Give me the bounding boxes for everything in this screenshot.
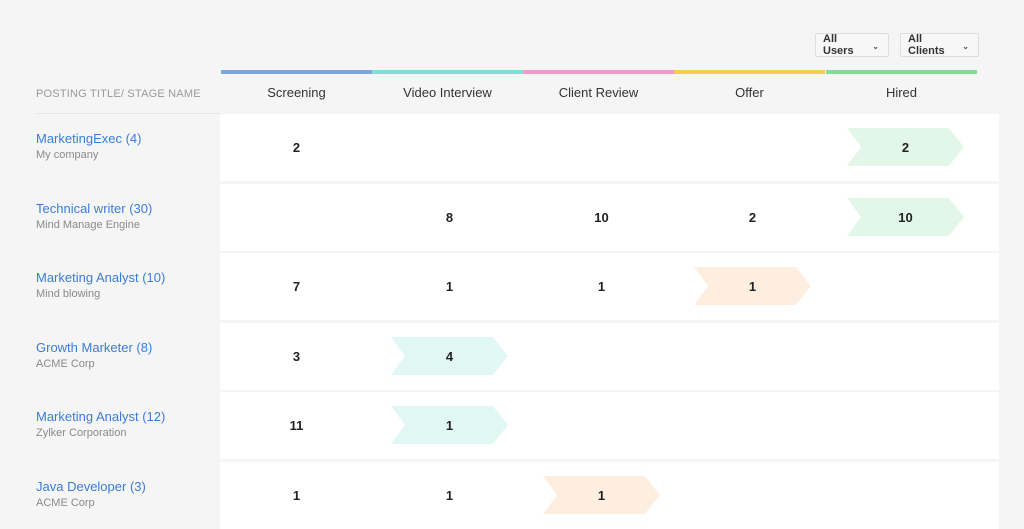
stage-label: Hired <box>885 85 918 100</box>
current-stage-chevron-offer[interactable]: 1 <box>694 267 811 305</box>
all-users-dropdown[interactable]: All Users ⌄ <box>815 33 889 57</box>
stage-header-client-review: Client Review <box>523 70 674 114</box>
posting-title-link[interactable]: Java Developer (3) <box>36 479 146 494</box>
stage-color-bar <box>826 70 977 74</box>
stage-header-video-interview: Video Interview <box>372 70 523 114</box>
current-stage-chevron-hired[interactable]: 10 <box>847 198 964 236</box>
current-stage-chevron-video-interview[interactable]: 1 <box>391 406 508 444</box>
stage-count-screening[interactable]: 11 <box>221 392 372 459</box>
table-header: POSTING TITLE/ STAGE NAME Screening Video… <box>0 70 1024 114</box>
posting-title-link[interactable]: Technical writer (30) <box>36 201 152 216</box>
posting-info: Growth Marketer (8) ACME Corp <box>36 340 152 370</box>
table-row: Growth Marketer (8) ACME Corp 3 4 <box>0 323 1024 390</box>
posting-company: ACME Corp <box>36 358 95 370</box>
table-row: MarketingExec (4) My company 2 2 <box>0 114 1024 181</box>
all-users-label: All Users <box>823 33 854 57</box>
table-row: Marketing Analyst (10) Mind blowing 7 1 1 1 <box>0 253 1024 320</box>
stage-count-video-interview[interactable]: 8 <box>374 184 525 251</box>
posting-info: Marketing Analyst (12) Zylker Corporation <box>36 409 165 439</box>
stage-color-bar <box>221 70 372 74</box>
posting-info: Marketing Analyst (10) Mind blowing <box>36 270 165 300</box>
current-stage-chevron-video-interview[interactable]: 4 <box>391 337 508 375</box>
table-row: Technical writer (30) Mind Manage Engine 8… <box>0 184 1024 251</box>
stage-count-offer[interactable]: 2 <box>677 184 828 251</box>
stage-count-screening[interactable]: 3 <box>221 323 372 390</box>
stage-label: Client Review <box>558 85 639 100</box>
posting-title-link[interactable]: Marketing Analyst (10) <box>36 270 165 285</box>
filter-bar: All Users ⌄ All Clients ⌄ <box>815 33 979 57</box>
posting-company: My company <box>36 149 99 161</box>
table-row: Marketing Analyst (12) Zylker Corporation… <box>0 392 1024 459</box>
stage-header-hired: Hired <box>826 70 977 114</box>
all-clients-dropdown[interactable]: All Clients ⌄ <box>900 33 979 57</box>
posting-company: ACME Corp <box>36 497 95 509</box>
posting-company: Mind Manage Engine <box>36 219 140 231</box>
posting-info: Technical writer (30) Mind Manage Engine <box>36 201 152 231</box>
posting-info: Java Developer (3) ACME Corp <box>36 479 146 509</box>
posting-title-link[interactable]: Growth Marketer (8) <box>36 340 152 355</box>
stage-color-bar <box>372 70 523 74</box>
posting-title-link[interactable]: MarketingExec (4) <box>36 131 141 146</box>
stage-label: Video Interview <box>403 85 492 100</box>
posting-title-link[interactable]: Marketing Analyst (12) <box>36 409 165 424</box>
stage-header-screening: Screening <box>221 70 372 114</box>
all-clients-label: All Clients <box>908 33 945 57</box>
stage-color-bar <box>523 70 674 74</box>
stage-count-screening[interactable]: 2 <box>221 114 372 181</box>
chevron-down-icon: ⌄ <box>962 41 969 51</box>
stage-count-screening[interactable]: 7 <box>221 253 372 320</box>
stage-count-client-review[interactable]: 10 <box>526 184 677 251</box>
posting-title-column-header: POSTING TITLE/ STAGE NAME <box>36 88 201 100</box>
table-row: Java Developer (3) ACME Corp 1 1 1 <box>0 462 1024 529</box>
stage-count-video-interview[interactable]: 1 <box>374 253 525 320</box>
stage-count-video-interview[interactable]: 1 <box>374 462 525 529</box>
chevron-down-icon: ⌄ <box>872 41 879 51</box>
stage-label: Offer <box>735 85 764 100</box>
stage-header-offer: Offer <box>674 70 825 114</box>
stage-count-screening[interactable]: 1 <box>221 462 372 529</box>
current-stage-chevron-hired[interactable]: 2 <box>847 128 964 166</box>
current-stage-chevron-client-review[interactable]: 1 <box>543 476 660 514</box>
posting-company: Mind blowing <box>36 288 101 300</box>
posting-info: MarketingExec (4) My company <box>36 131 141 161</box>
stage-color-bar <box>674 70 825 74</box>
posting-company: Zylker Corporation <box>36 427 127 439</box>
stage-label: Screening <box>267 85 326 100</box>
stage-count-client-review[interactable]: 1 <box>526 253 677 320</box>
